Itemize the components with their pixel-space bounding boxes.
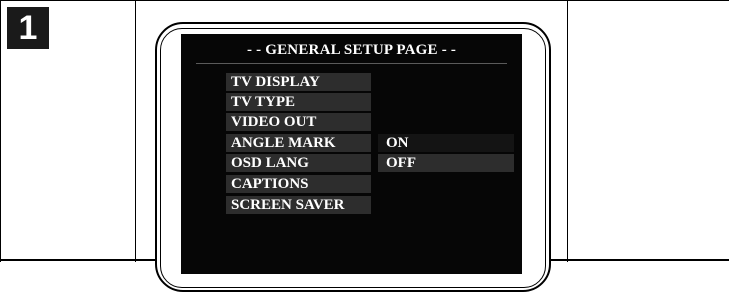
title-divider	[196, 63, 507, 64]
setup-page-title: - - GENERAL SETUP PAGE - -	[246, 42, 457, 58]
instruction-panel: 1 - - GENERAL SETUP PAGE - - TV DISPLAY …	[0, 0, 729, 292]
column-divider-left	[135, 0, 136, 262]
menu-item-video-out[interactable]: VIDEO OUT	[226, 113, 371, 131]
column-divider-right	[567, 0, 568, 262]
menu-item-tv-display[interactable]: TV DISPLAY	[226, 73, 371, 91]
menu-item-angle-mark[interactable]: ANGLE MARK	[226, 134, 371, 152]
left-border	[0, 0, 1, 262]
menu-item-captions[interactable]: CAPTIONS	[226, 175, 371, 193]
menu-item-tv-type[interactable]: TV TYPE	[226, 93, 371, 111]
top-border	[0, 0, 729, 1]
menu-item-screen-saver[interactable]: SCREEN SAVER	[226, 196, 371, 214]
option-off[interactable]: OFF	[378, 154, 514, 172]
menu-item-osd-lang[interactable]: OSD LANG	[226, 154, 371, 172]
step-number-badge: 1	[7, 7, 49, 49]
option-on[interactable]: ON	[378, 134, 514, 152]
